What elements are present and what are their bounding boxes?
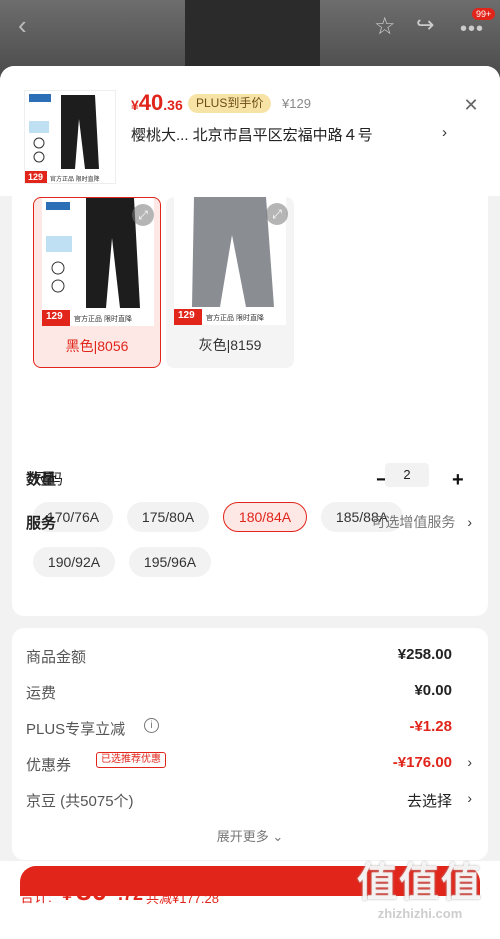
thumb-price-badge: 129	[28, 172, 44, 182]
service-value[interactable]: 可选增值服务 ›	[371, 512, 472, 532]
coupon-value[interactable]: -¥176.00	[393, 754, 452, 771]
price-summary-card: 商品金额 ¥258.00 运费 ¥0.00 PLUS专享立减 i -¥1.28 …	[12, 628, 488, 860]
expand-icon[interactable]: ⤢	[266, 203, 288, 225]
original-price: ¥129	[282, 96, 311, 111]
coupon-label: 优惠券	[26, 757, 72, 774]
plus-discount-value: -¥1.28	[409, 718, 452, 735]
info-icon[interactable]: i	[144, 718, 159, 733]
size-chip-180[interactable]: 180/84A	[223, 502, 307, 532]
color-option-label: 黑色|8056	[65, 338, 129, 354]
plus-icon[interactable]: +	[452, 470, 464, 490]
price-integer: 40	[138, 90, 164, 115]
chevron-right-icon: ›	[467, 514, 472, 530]
price-symbol: ¥	[131, 97, 139, 113]
share-icon[interactable]: ↪	[416, 12, 434, 38]
jd-beans-value[interactable]: 去选择	[407, 790, 452, 811]
color-option-label: 灰色|8159	[198, 337, 262, 353]
expand-icon[interactable]: ⤢	[132, 204, 154, 226]
watermark-url: zhizhizhi.com	[377, 906, 463, 921]
watermark-logo: 值值值	[357, 861, 483, 905]
favorite-icon[interactable]: ☆	[374, 12, 396, 41]
chevron-right-icon[interactable]: ›	[442, 124, 447, 141]
delivery-address[interactable]: 樱桃大... 北京市昌平区宏福中路４号	[131, 124, 461, 145]
shipping-label: 运费	[26, 685, 57, 702]
sku-selector-sheet: 129 官方正品 限时直降 ¥ 40 .36 PLUS到手价 ¥129 ✕ 樱桃…	[0, 66, 500, 939]
color-option-strip: 官方正品 限时直降	[74, 316, 132, 323]
service-value-text: 可选增值服务	[371, 514, 456, 530]
color-option-badge: 129	[178, 310, 195, 321]
color-option-strip: 官方正品 限时直降	[206, 315, 264, 322]
sheet-header: 129 官方正品 限时直降 ¥ 40 .36 PLUS到手价 ¥129 ✕ 樱桃…	[0, 66, 500, 196]
color-option-black[interactable]: 129 官方正品 限时直降 ⤢ 黑色|8056	[33, 197, 161, 368]
color-option-gray[interactable]: 129 官方正品 限时直降 ⤢ 灰色|8159	[166, 197, 294, 368]
chevron-right-icon[interactable]: ›	[467, 754, 472, 770]
plus-price-tag: PLUS到手价	[188, 94, 272, 113]
goods-amount-label: 商品金额	[26, 649, 87, 666]
service-label: 服务	[26, 515, 57, 532]
back-icon[interactable]: ‹	[18, 12, 27, 38]
close-icon[interactable]: ✕	[462, 96, 480, 114]
quantity-label: 数量	[26, 471, 57, 488]
size-chip-190[interactable]: 190/92A	[33, 547, 115, 577]
quantity-stepper[interactable]: 2	[385, 463, 429, 487]
size-chip-175[interactable]: 175/80A	[127, 502, 209, 532]
product-thumbnail[interactable]: 129 官方正品 限时直降	[24, 90, 116, 184]
site-watermark: 值值值 zhizhizhi.com	[350, 860, 490, 930]
expand-more-link[interactable]: 展开更多 ⌄	[12, 826, 488, 845]
color-option-badge: 129	[46, 311, 63, 322]
chevron-right-icon[interactable]: ›	[467, 790, 472, 806]
plus-discount-label: PLUS专享立减	[26, 721, 126, 738]
more-icon[interactable]: •••	[460, 18, 484, 41]
shipping-value: ¥0.00	[414, 682, 452, 699]
coupon-recommended-tag: 已选推荐优惠	[96, 752, 166, 768]
size-chip-195[interactable]: 195/96A	[129, 547, 211, 577]
message-badge: 99+	[472, 8, 496, 20]
thumb-strip-text: 官方正品 限时直降	[50, 177, 100, 183]
plus-price: ¥ 40 .36	[131, 90, 183, 116]
goods-amount-value: ¥258.00	[397, 646, 452, 663]
price-decimal: .36	[163, 97, 183, 113]
options-card: 129 官方正品 限时直降 ⤢ 黑色|8056 129 官方正品 限时直降 ⤢ …	[12, 196, 488, 616]
jd-beans-label: 京豆 (共5075个)	[26, 793, 134, 810]
